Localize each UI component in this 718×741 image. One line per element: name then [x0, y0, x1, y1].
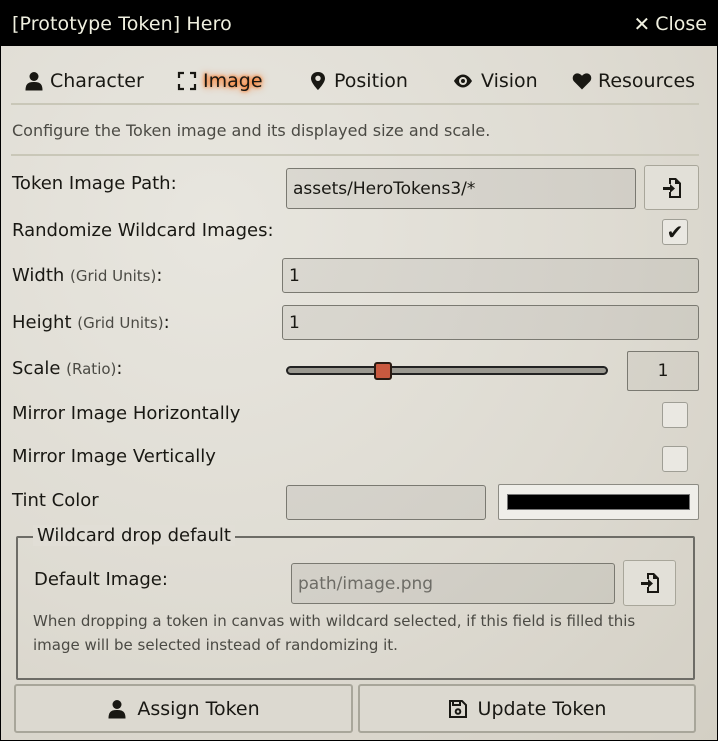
image-path-label: Token Image Path:	[12, 173, 177, 194]
tab-position-label: Position	[334, 70, 408, 92]
width-input[interactable]: 1	[282, 258, 699, 293]
file-import-icon	[662, 177, 681, 198]
mirror-horizontal-checkbox[interactable]	[662, 402, 688, 428]
height-value: 1	[289, 312, 300, 333]
assign-token-label: Assign Token	[137, 697, 260, 720]
scale-value-field[interactable]: 1	[627, 351, 699, 391]
tab-vision-label: Vision	[481, 70, 538, 92]
mirror-horizontal-label: Mirror Image Horizontally	[12, 403, 241, 424]
width-label-suffix: :	[156, 265, 163, 286]
scale-label: Scale (Ratio):	[12, 358, 122, 379]
map-marker-icon	[311, 72, 325, 90]
tab-image[interactable]: Image	[177, 58, 263, 104]
update-token-label: Update Token	[477, 697, 607, 720]
scale-value: 1	[657, 361, 669, 381]
tab-bar: Character Image Position Vision Resource…	[11, 59, 699, 105]
window-titlebar[interactable]: [Prototype Token] Hero ✕ Close	[1, 1, 717, 46]
randomize-label: Randomize Wildcard Images:	[12, 220, 274, 241]
image-file-picker-button[interactable]	[644, 165, 699, 210]
close-icon: ✕	[633, 11, 651, 36]
scale-label-suffix: :	[116, 358, 123, 379]
scale-units: (Ratio)	[66, 360, 117, 378]
scale-label-text: Scale	[12, 358, 61, 379]
image-path-input[interactable]: assets/HeroTokens3/*	[286, 168, 636, 209]
tint-color-input[interactable]	[286, 485, 486, 520]
assign-token-button[interactable]: Assign Token	[14, 684, 353, 733]
checkmark-icon: ✔	[666, 220, 684, 244]
user-icon	[25, 72, 43, 91]
user-icon	[108, 699, 126, 718]
save-icon	[448, 699, 467, 718]
width-value: 1	[289, 265, 300, 286]
window-title: [Prototype Token] Hero	[12, 12, 232, 35]
tab-resources-label: Resources	[598, 70, 696, 92]
wildcard-legend: Wildcard drop default	[33, 525, 235, 546]
mirror-vertical-checkbox[interactable]	[662, 446, 688, 472]
default-image-input[interactable]: path/image.png	[291, 563, 615, 604]
tab-position[interactable]: Position	[308, 58, 408, 104]
close-label: Close	[655, 12, 707, 35]
eye-icon	[454, 74, 472, 88]
mirror-vertical-label: Mirror Image Vertically	[12, 446, 216, 467]
default-image-placeholder: path/image.png	[298, 573, 434, 594]
token-config-window: [Prototype Token] Hero ✕ Close Character…	[0, 0, 718, 741]
tab-character[interactable]: Character	[24, 58, 144, 104]
wildcard-fieldset	[16, 536, 695, 680]
height-label: Height (Grid Units):	[12, 312, 170, 333]
height-input[interactable]: 1	[282, 305, 699, 340]
tab-resources[interactable]: Resources	[572, 58, 695, 104]
randomize-checkbox[interactable]: ✔	[662, 219, 688, 245]
wildcard-notes: When dropping a token in canvas with wil…	[33, 612, 636, 654]
expand-icon	[177, 71, 197, 91]
width-label-text: Width	[12, 265, 65, 286]
image-path-value: assets/HeroTokens3/*	[293, 178, 476, 199]
tab-character-label: Character	[50, 70, 144, 92]
tab-image-label: Image	[203, 70, 263, 92]
tint-color-picker[interactable]	[498, 484, 699, 520]
close-button[interactable]: ✕ Close	[633, 13, 707, 35]
heart-icon	[572, 73, 592, 90]
scale-slider-track[interactable]	[286, 366, 608, 375]
tint-color-label: Tint Color	[12, 490, 99, 511]
height-units: (Grid Units)	[77, 314, 164, 332]
file-import-icon	[640, 573, 659, 593]
tint-color-swatch	[507, 494, 690, 510]
default-image-label: Default Image:	[34, 569, 168, 590]
height-label-text: Height	[12, 312, 72, 333]
default-image-file-picker-button[interactable]	[623, 560, 676, 606]
tab-hint: Configure the Token image and its displa…	[12, 121, 491, 140]
tab-vision[interactable]: Vision	[451, 58, 538, 104]
scale-slider-thumb[interactable]	[374, 362, 393, 380]
width-label: Width (Grid Units):	[12, 265, 162, 286]
divider	[11, 154, 699, 156]
height-label-suffix: :	[163, 312, 170, 333]
width-units: (Grid Units)	[70, 267, 157, 285]
update-token-button[interactable]: Update Token	[358, 684, 696, 733]
